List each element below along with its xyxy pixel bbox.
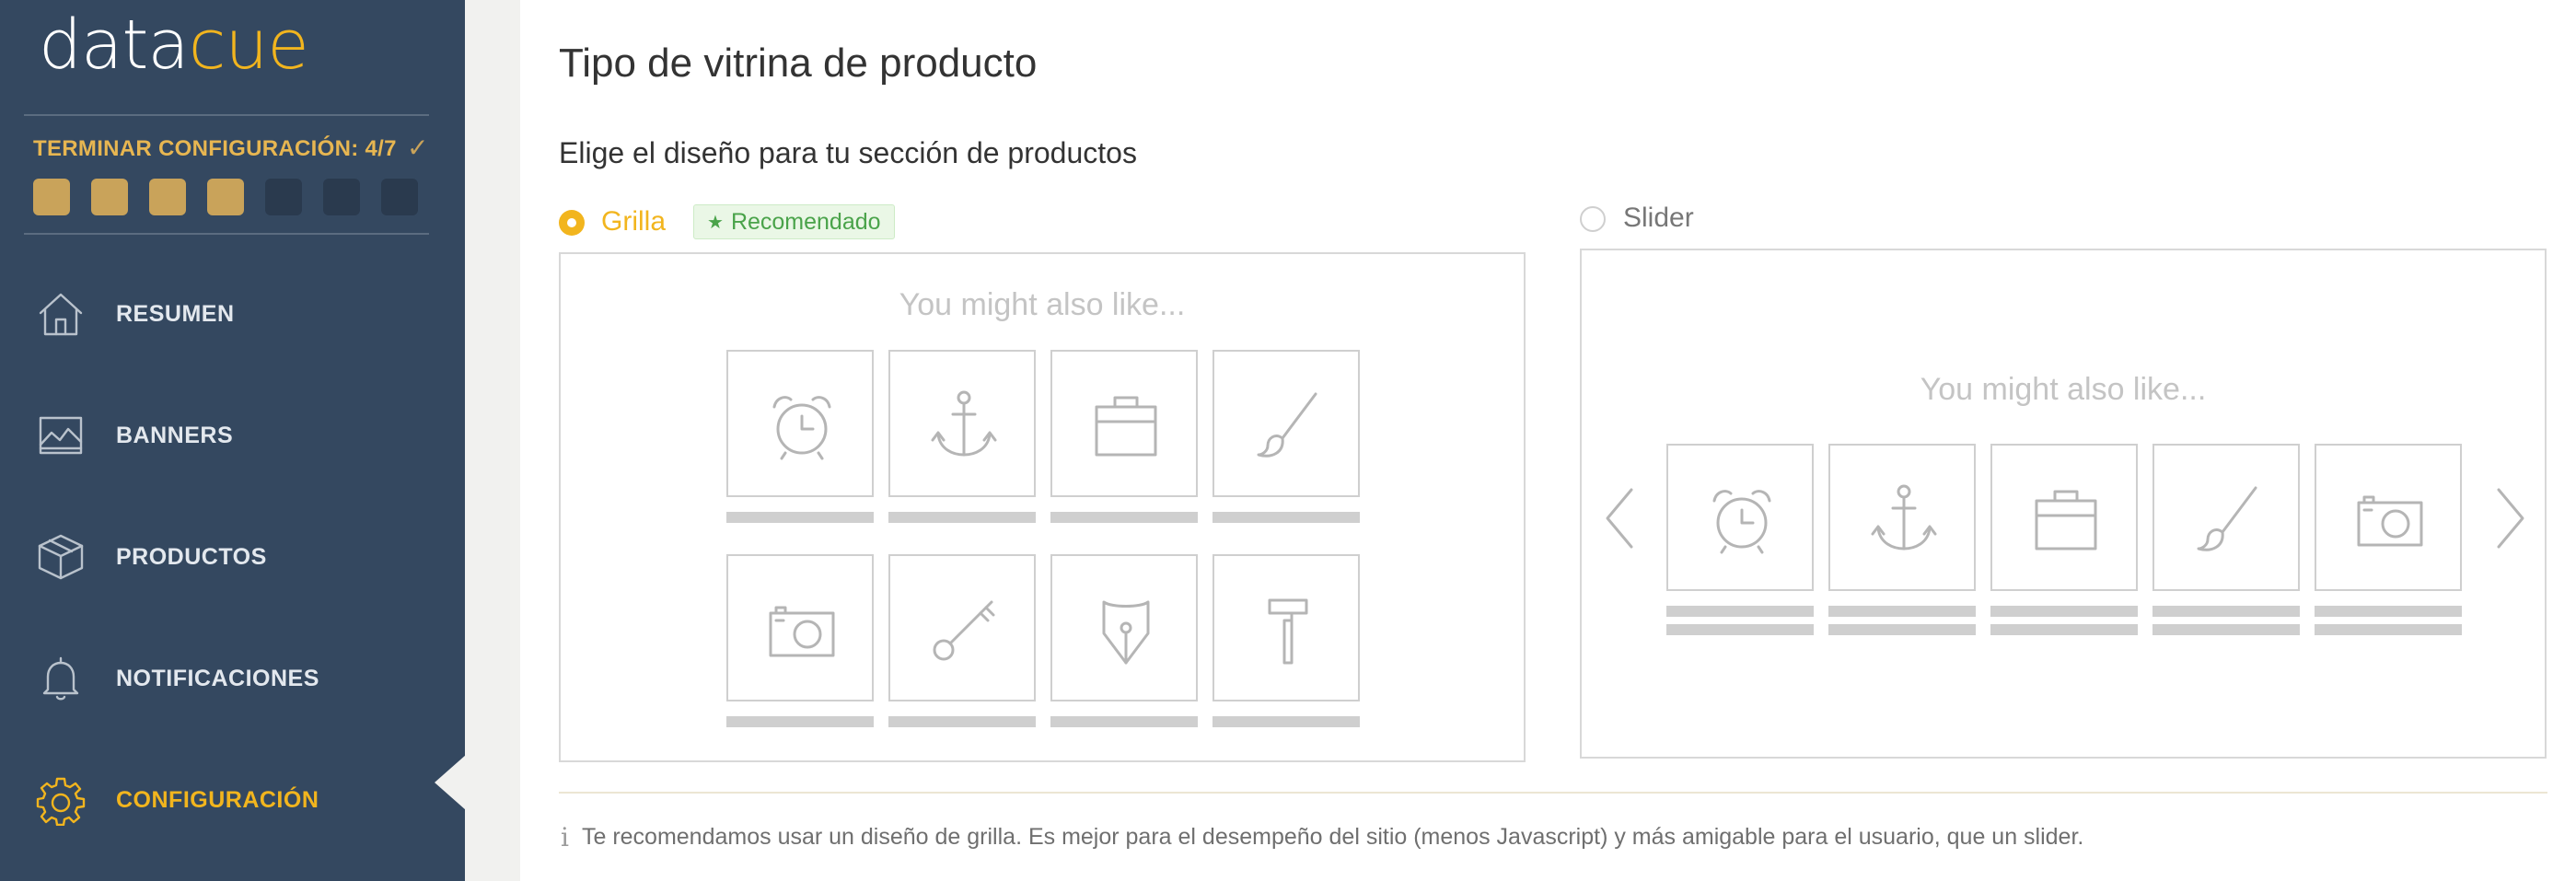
- info-note: i Te recomendamos usar un diseño de gril…: [561, 822, 2083, 852]
- product-price-placeholder: [1990, 624, 2138, 635]
- product-name-placeholder: [1213, 716, 1360, 727]
- anchor-icon: [1871, 484, 1937, 551]
- sidebar-divider: [24, 114, 429, 116]
- product-name-placeholder: [1828, 606, 1976, 617]
- slider-radio[interactable]: [1580, 206, 1606, 232]
- datacue-logo[interactable]: datacue: [39, 11, 309, 79]
- badge-label: Recomendado: [730, 208, 881, 235]
- product-tile: [1666, 444, 1814, 591]
- grid-option-label[interactable]: Grilla: [601, 206, 666, 238]
- camera-icon: [2357, 495, 2423, 547]
- setup-step-7[interactable]: [381, 179, 418, 215]
- product-price-placeholder: [2315, 624, 2462, 635]
- product-tile: [1213, 554, 1360, 701]
- sidebar-item-banners[interactable]: BANNERS: [0, 394, 465, 477]
- setup-step-1[interactable]: [33, 179, 70, 215]
- product-tile: [726, 350, 874, 497]
- slider-layout-preview[interactable]: You might also like...: [1580, 249, 2547, 759]
- product-name-placeholder: [888, 512, 1036, 523]
- setup-step-5[interactable]: [265, 179, 302, 215]
- setup-step-2[interactable]: [91, 179, 128, 215]
- info-text: Te recomendamos usar un diseño de grilla…: [581, 824, 2084, 850]
- recommended-badge: ★ Recomendado: [693, 204, 895, 239]
- bell-icon: [42, 656, 79, 701]
- sidebar-item-label: NOTIFICACIONES: [116, 665, 319, 691]
- sidebar-item-configuracion[interactable]: CONFIGURACIÓN: [0, 759, 465, 841]
- setup-step-4[interactable]: [207, 179, 244, 215]
- alarm-clock-icon: [1712, 490, 1771, 554]
- sidebar-item-label: BANNERS: [116, 422, 234, 448]
- product-tile: [1828, 444, 1976, 591]
- product-name-placeholder: [726, 512, 874, 523]
- sidebar-item-label: PRODUCTOS: [116, 543, 267, 570]
- info-icon: i: [561, 822, 569, 852]
- product-price-placeholder: [2152, 624, 2300, 635]
- sidebar-item-label: CONFIGURACIÓN: [116, 786, 319, 813]
- box-icon: [38, 534, 84, 580]
- camera-icon: [769, 606, 835, 657]
- chevron-left-icon[interactable]: [1602, 486, 1639, 551]
- page-title: Tipo de vitrina de producto: [559, 41, 1038, 86]
- product-name-placeholder: [726, 716, 874, 727]
- setup-steps: [33, 179, 418, 215]
- product-name-placeholder: [2315, 606, 2462, 617]
- product-tile: [888, 554, 1036, 701]
- product-tile: [1990, 444, 2138, 591]
- product-name-placeholder: [888, 716, 1036, 727]
- setup-step-6[interactable]: [323, 179, 360, 215]
- active-indicator: [435, 755, 466, 810]
- alarm-clock-icon: [772, 396, 831, 460]
- briefcase-icon: [1095, 396, 1157, 457]
- product-tile: [1050, 350, 1198, 497]
- product-tile: [2315, 444, 2462, 591]
- briefcase-icon: [2035, 490, 2097, 551]
- slider-option-label[interactable]: Slider: [1623, 203, 1694, 234]
- sidebar-item-notificaciones[interactable]: NOTIFICACIONES: [0, 637, 465, 720]
- sidebar-item-label: RESUMEN: [116, 300, 235, 327]
- grid-radio[interactable]: [559, 210, 585, 236]
- product-name-placeholder: [1213, 512, 1360, 523]
- logo-part-data: data: [39, 6, 190, 85]
- main-content: Tipo de vitrina de producto Elige el dis…: [520, 0, 2576, 881]
- sidebar-item-productos[interactable]: PRODUCTOS: [0, 516, 465, 598]
- product-name-placeholder: [2152, 606, 2300, 617]
- brush-icon: [2197, 486, 2257, 551]
- gear-icon: [36, 777, 86, 826]
- brush-icon: [1257, 392, 1317, 458]
- product-name-placeholder: [1050, 716, 1198, 727]
- product-name-placeholder: [1050, 512, 1198, 523]
- info-divider: [559, 792, 2547, 794]
- content-gutter: [465, 0, 520, 881]
- hammer-icon: [1268, 598, 1308, 665]
- star-icon: ★: [707, 211, 724, 233]
- product-tile: [888, 350, 1036, 497]
- key-icon: [933, 600, 995, 661]
- product-tile: [1213, 350, 1360, 497]
- product-price-placeholder: [1828, 624, 1976, 635]
- image-icon: [39, 416, 83, 455]
- product-tile: [2152, 444, 2300, 591]
- sidebar: datacue TERMINAR CONFIGURACIÓN: 4/7 ✓ RE…: [0, 0, 466, 881]
- product-price-placeholder: [1666, 624, 1814, 635]
- product-name-placeholder: [1666, 606, 1814, 617]
- product-name-placeholder: [1990, 606, 2138, 617]
- setup-step-3[interactable]: [149, 179, 186, 215]
- chevron-right-icon[interactable]: [2491, 486, 2528, 551]
- sidebar-item-resumen[interactable]: RESUMEN: [0, 272, 465, 355]
- section-subtitle: Elige el diseño para tu sección de produ…: [559, 136, 1137, 169]
- logo-part-cue: cue: [188, 6, 309, 85]
- product-tile: [726, 554, 874, 701]
- grid-layout-preview[interactable]: You might also like...: [559, 252, 1526, 762]
- anchor-icon: [931, 390, 997, 457]
- setup-progress-label[interactable]: TERMINAR CONFIGURACIÓN: 4/7: [33, 136, 397, 162]
- check-icon: ✓: [407, 133, 429, 163]
- sidebar-divider: [24, 233, 429, 235]
- preview-title: You might also like...: [1920, 372, 2207, 407]
- preview-title: You might also like...: [899, 287, 1186, 322]
- product-tile: [1050, 554, 1198, 701]
- pen-nib-icon: [1102, 600, 1150, 665]
- home-icon: [39, 293, 83, 336]
